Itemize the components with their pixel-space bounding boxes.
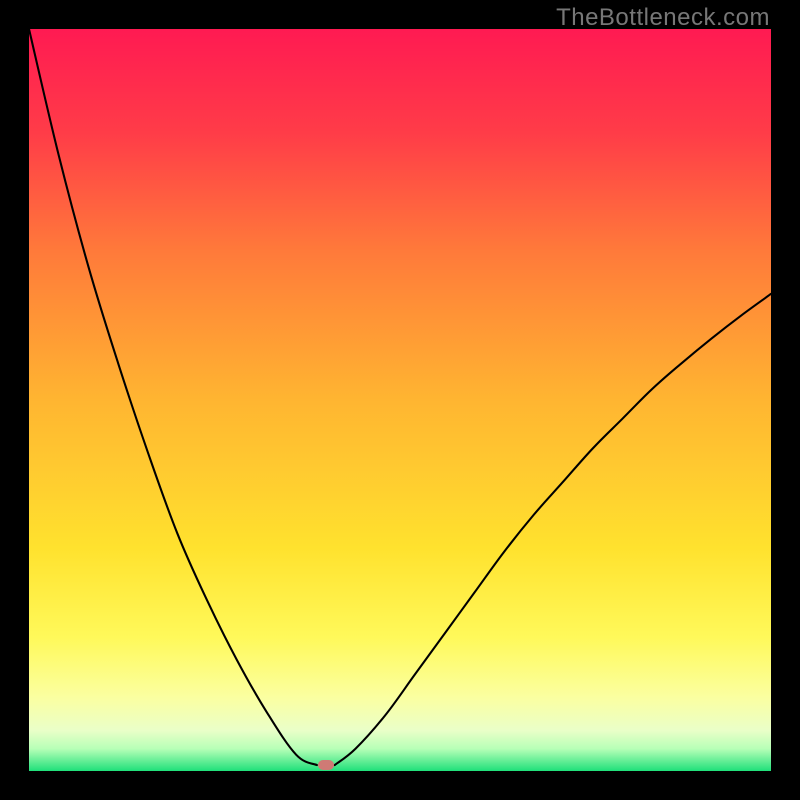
curve-left: [29, 29, 317, 765]
minimum-marker: [318, 760, 334, 770]
watermark-text: TheBottleneck.com: [556, 4, 770, 32]
curve-layer: [29, 29, 771, 771]
plot-area: [29, 29, 771, 771]
curve-right: [335, 294, 771, 765]
